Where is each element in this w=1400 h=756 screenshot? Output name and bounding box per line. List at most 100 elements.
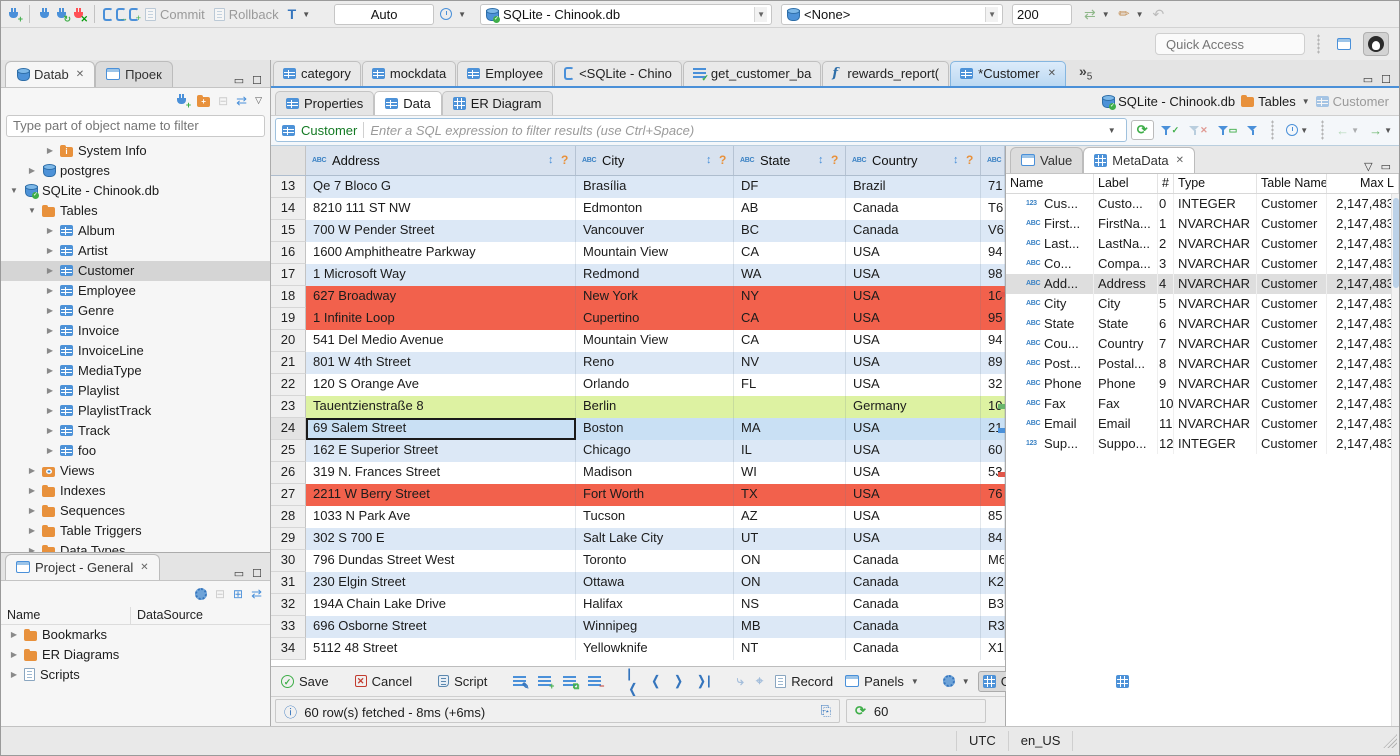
maximize-icon[interactable]: ☐	[252, 74, 262, 87]
cell-extra[interactable]: B3	[981, 593, 1005, 616]
expand-arrow-icon[interactable]: ▶	[27, 526, 37, 535]
close-icon[interactable]: ✕	[140, 562, 148, 573]
quick-access-input[interactable]	[1155, 33, 1305, 56]
tab-projects[interactable]: Проек	[95, 60, 173, 87]
column-sort-icon[interactable]: ↕	[706, 154, 715, 166]
editor-tab-category[interactable]: category	[273, 60, 361, 86]
row-number[interactable]: 34	[271, 637, 306, 660]
editor-tab-get-customer-ba[interactable]: ✓ get_customer_ba	[682, 60, 822, 86]
cell-city[interactable]: Berlin	[576, 395, 734, 418]
cell-address[interactable]: 1 Infinite Loop	[306, 307, 576, 330]
column-header-partial[interactable]: ABC	[981, 145, 1005, 175]
cell-country[interactable]: USA	[846, 483, 981, 506]
disconnect-icon[interactable]: ✕	[72, 7, 88, 23]
cell-address[interactable]: 1033 N Park Ave	[306, 505, 576, 528]
cell-state[interactable]: AZ	[734, 505, 846, 528]
column-header-name[interactable]: Name	[1, 606, 131, 624]
meta-row-country[interactable]: ABC Cou... Country 7 NVARCHAR Customer 2,147,4…	[1006, 333, 1399, 354]
cell-country[interactable]: Canada	[846, 637, 981, 660]
cell-address[interactable]: 627 Broadway	[306, 285, 576, 308]
cell-country[interactable]: USA	[846, 461, 981, 484]
cell-extra[interactable]: 84	[981, 527, 1005, 550]
cell-address[interactable]: 8210 111 ST NW	[306, 197, 576, 220]
sidebar-item-system-info[interactable]: ▶ i System Info	[1, 141, 270, 161]
row-number[interactable]: 31	[271, 571, 306, 594]
meta-row-firstna-[interactable]: ABC First... FirstNa... 1 NVARCHAR Customer 2,…	[1006, 213, 1399, 234]
expand-arrow-icon[interactable]: ▶	[45, 446, 55, 455]
cell-address[interactable]: 319 N. Frances Street	[306, 461, 576, 484]
column-header-datasource[interactable]: DataSource	[131, 607, 209, 624]
breadcrumb-connection[interactable]: ✓ SQLite - Chinook.db	[1101, 94, 1235, 110]
sql-filter-input[interactable]: Customer Enter a SQL expression to filte…	[275, 118, 1127, 143]
cell-state[interactable]: CA	[734, 307, 846, 330]
cell-city[interactable]: Mountain View	[576, 241, 734, 264]
copy-status-icon[interactable]: ⎘	[821, 703, 831, 719]
cell-extra[interactable]: 95	[981, 307, 1005, 330]
cell-address[interactable]: 120 S Orange Ave	[306, 373, 576, 396]
cell-address[interactable]: Qe 7 Bloco G	[306, 175, 576, 198]
expand-all-icon[interactable]: ⊞	[233, 587, 243, 601]
expand-arrow-icon[interactable]: ▶	[45, 286, 55, 295]
meta-column-header-table-name[interactable]: Table Name	[1257, 173, 1327, 193]
expand-arrow-icon[interactable]: ▶	[27, 466, 37, 475]
meta-row-state[interactable]: ABC State State 6 NVARCHAR Customer 2,147,483	[1006, 313, 1399, 334]
panels-button[interactable]: Panels ▼	[841, 672, 923, 691]
expand-arrow-icon[interactable]: ▶	[45, 426, 55, 435]
link-editor-icon[interactable]: ⇄	[236, 93, 247, 109]
cell-city[interactable]: Vancouver	[576, 219, 734, 242]
meta-row-address[interactable]: ABC Add... Address 4 NVARCHAR Customer 2,147,4…	[1006, 273, 1399, 294]
close-icon[interactable]: ✕	[1176, 155, 1184, 166]
cell-country[interactable]: USA	[846, 329, 981, 352]
expand-arrow-icon[interactable]: ▶	[27, 486, 37, 495]
edit-cell-button[interactable]: ✎	[509, 674, 530, 690]
cell-address[interactable]: 302 S 700 E	[306, 527, 576, 550]
cell-extra[interactable]: R3	[981, 615, 1005, 638]
row-number[interactable]: 33	[271, 615, 306, 638]
cell-country[interactable]: USA	[846, 263, 981, 286]
cell-address[interactable]: 230 Elgin Street	[306, 571, 576, 594]
close-icon[interactable]: ✕	[76, 69, 84, 80]
more-tabs-indicator[interactable]: »5	[1079, 63, 1092, 82]
cell-city[interactable]: Tucson	[576, 505, 734, 528]
expand-arrow-icon[interactable]: ▶	[45, 326, 55, 335]
sidebar-item-table-triggers[interactable]: ▶ Table Triggers	[1, 521, 270, 541]
cell-city[interactable]: Salt Lake City	[576, 527, 734, 550]
cell-city[interactable]: Ottawa	[576, 571, 734, 594]
sidebar-item-playlist[interactable]: ▶ Playlist	[1, 381, 270, 401]
expand-arrow-icon[interactable]: ▶	[45, 406, 55, 415]
cell-country[interactable]: USA	[846, 417, 981, 440]
next-row-button[interactable]: ❭	[669, 671, 688, 691]
row-number[interactable]: 18	[271, 285, 306, 308]
expand-arrow-icon[interactable]: ▶	[27, 166, 37, 175]
sidebar-item-invoice[interactable]: ▶ Invoice	[1, 321, 270, 341]
refresh-button[interactable]: ⟳	[1130, 120, 1154, 141]
sidebar-item-invoiceline[interactable]: ▶ InvoiceLine	[1, 341, 270, 361]
cell-state[interactable]: WI	[734, 461, 846, 484]
link-editor-icon[interactable]: ⇄	[251, 586, 262, 602]
cell-state[interactable]: AB	[734, 197, 846, 220]
maximize-icon[interactable]: ☐	[1381, 73, 1391, 86]
cell-country[interactable]: Canada	[846, 615, 981, 638]
cell-country[interactable]: Canada	[846, 197, 981, 220]
cell-state[interactable]: MB	[734, 615, 846, 638]
expand-arrow-icon[interactable]: ▶	[45, 306, 55, 315]
cell-country[interactable]: USA	[846, 505, 981, 528]
cell-extra[interactable]: 85	[981, 505, 1005, 528]
minimize-icon[interactable]: ▭	[1381, 160, 1391, 173]
row-number[interactable]: 28	[271, 505, 306, 528]
row-number[interactable]: 19	[271, 307, 306, 330]
expand-arrow-icon[interactable]: ▶	[27, 506, 37, 515]
cell-country[interactable]: Canada	[846, 593, 981, 616]
cell-city[interactable]: Toronto	[576, 549, 734, 572]
expand-arrow-icon[interactable]: ▶	[45, 386, 55, 395]
view-menu-icon[interactable]: ▽	[255, 95, 262, 106]
cell-extra[interactable]: 94	[981, 241, 1005, 264]
collapse-all-icon[interactable]: ⊟	[218, 94, 228, 108]
settings-gear-icon[interactable]	[194, 587, 207, 600]
cell-country[interactable]: Canada	[846, 549, 981, 572]
row-number[interactable]: 24	[271, 417, 306, 440]
commit-button[interactable]: Commit	[142, 5, 208, 24]
project-item-bookmarks[interactable]: ▶ Bookmarks	[1, 625, 270, 645]
cell-state[interactable]: CA	[734, 329, 846, 352]
cell-state[interactable]: NY	[734, 285, 846, 308]
